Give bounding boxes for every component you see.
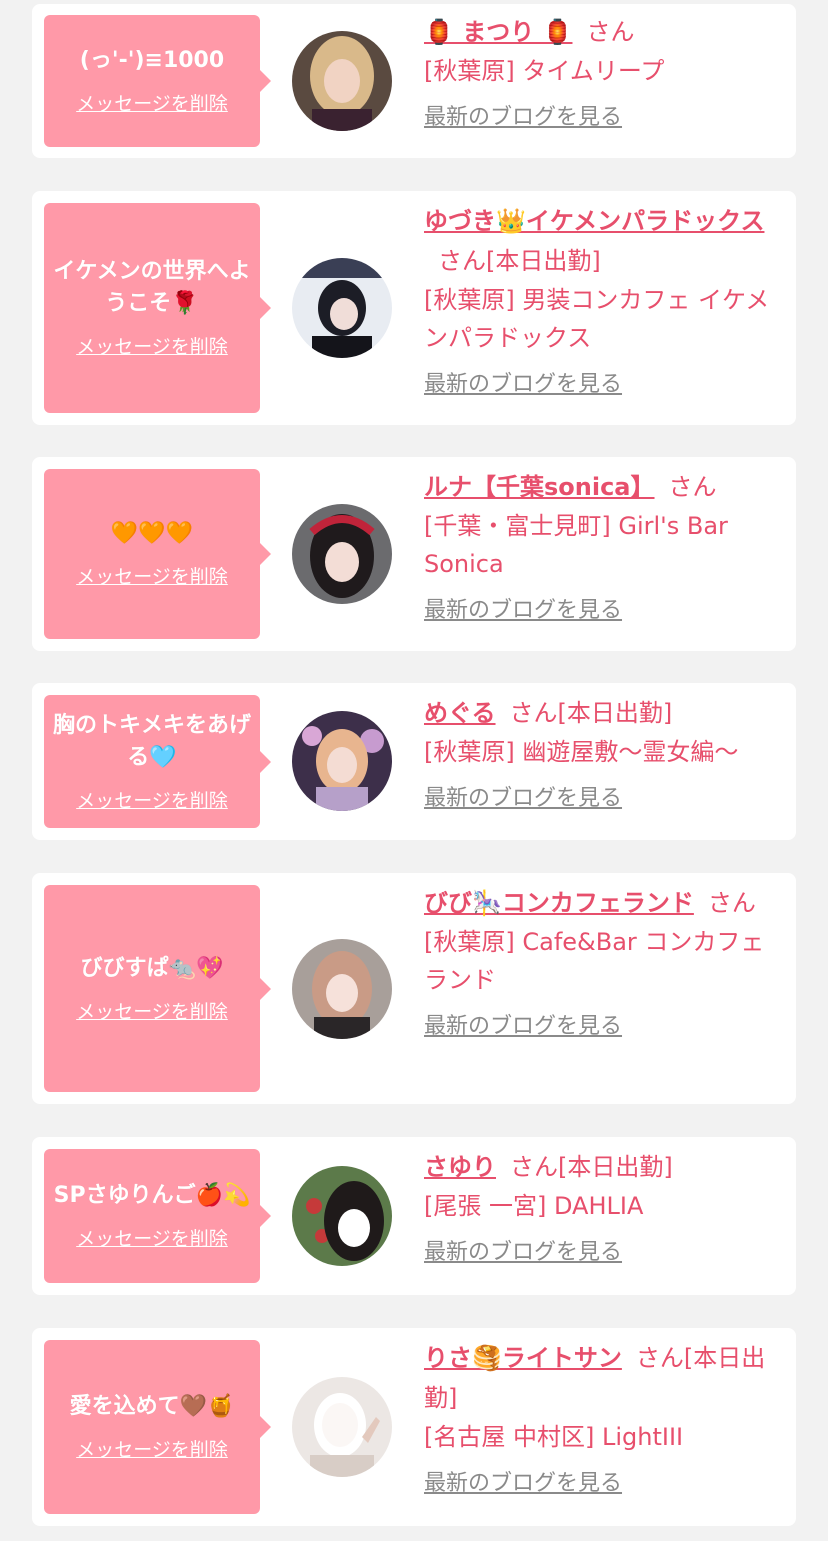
status-badge: [本日出勤] (557, 699, 673, 727)
avatar-image (292, 504, 392, 604)
message-bubble: (っ'-')≡1000 メッセージを削除 (44, 15, 271, 147)
cast-name-link[interactable]: 🏮 まつり 🏮 (424, 18, 572, 46)
cast-info: さゆり さん[本日出勤] [尾張 一宮] DAHLIA 最新のブログを見る (424, 1147, 774, 1271)
latest-blog-link[interactable]: 最新のブログを見る (424, 104, 622, 132)
cast-info: ゆづき👑イケメンパラドックスさん[本日出勤] [秋葉原] 男装コンカフェ イケメ… (424, 201, 774, 403)
avatar[interactable] (292, 31, 392, 131)
message-bubble: 胸のトキメキをあげる🩵 メッセージを削除 (44, 695, 271, 828)
message-text: 愛を込めて🤎🍯 (69, 1394, 235, 1419)
delete-message-link[interactable]: メッセージを削除 (76, 91, 228, 117)
message-text: (っ'-')≡1000 (79, 48, 225, 73)
delete-message-link[interactable]: メッセージを削除 (76, 788, 228, 814)
status-badge: [本日出勤] (486, 247, 601, 275)
message-text: SPさゆりんご🍎💫 (53, 1183, 251, 1208)
avatar[interactable] (292, 258, 392, 358)
delete-message-link[interactable]: メッセージを削除 (76, 1437, 228, 1463)
delete-message-link[interactable]: メッセージを削除 (76, 564, 228, 590)
honorific: さん (510, 1153, 558, 1181)
cast-info: めぐる さん[本日出勤] [秋葉原] 幽遊屋敷〜霊女編〜 最新のブログを見る (424, 693, 774, 817)
avatar-image (292, 258, 392, 358)
message-bubble: びびすぱ🐀💖 メッセージを削除 (44, 885, 271, 1092)
cast-info: ルナ【千葉sonica】 さん [千葉・富士見町] Girl's Bar Soni… (424, 467, 774, 629)
shop-info: [秋葉原] タイムリープ (424, 57, 665, 85)
delete-message-link[interactable]: メッセージを削除 (76, 999, 228, 1025)
message-card: 愛を込めて🤎🍯 メッセージを削除 りさ🥞ライトサン さん[本日出勤] [名古屋 中… (32, 1328, 796, 1526)
shop-info: [尾張 一宮] DAHLIA (424, 1192, 644, 1220)
delete-message-link[interactable]: メッセージを削除 (76, 1226, 228, 1252)
message-card: SPさゆりんご🍎💫 メッセージを削除 さゆり さん[本日出勤] [尾張 一宮] D… (32, 1137, 796, 1295)
message-card: イケメンの世界へようこそ🌹 メッセージを削除 ゆづき👑イケメンパラドックスさん[… (32, 191, 796, 425)
avatar-image (292, 31, 392, 131)
cast-name-link[interactable]: さゆり (424, 1153, 496, 1181)
message-text: イケメンの世界へようこそ🌹 (53, 259, 251, 316)
cast-name-link[interactable]: りさ🥞ライトサン (424, 1344, 622, 1372)
honorific: さん (586, 18, 635, 46)
message-text: 🧡🧡🧡 (110, 521, 194, 546)
avatar[interactable] (292, 939, 392, 1039)
honorific: さん (509, 699, 558, 727)
shop-info: [秋葉原] Cafe&Bar コンカフェランド (424, 928, 765, 994)
shop-info: [名古屋 中村区] LightIII (424, 1423, 684, 1451)
shop-info: [秋葉原] 男装コンカフェ イケメンパラドックス (424, 286, 770, 352)
message-bubble: イケメンの世界へようこそ🌹 メッセージを削除 (44, 203, 271, 413)
latest-blog-link[interactable]: 最新のブログを見る (424, 371, 622, 399)
honorific: さん (707, 889, 756, 917)
honorific: さん (635, 1344, 684, 1372)
cast-info: 🏮 まつり 🏮 さん [秋葉原] タイムリープ 最新のブログを見る (424, 12, 774, 136)
avatar-image (292, 711, 392, 811)
cast-info: りさ🥞ライトサン さん[本日出勤] [名古屋 中村区] LightIII 最新のブ… (424, 1338, 774, 1502)
avatar[interactable] (292, 1377, 392, 1477)
avatar[interactable] (292, 711, 392, 811)
message-card: びびすぱ🐀💖 メッセージを削除 びび🎠コンカフェランド さん [秋葉原] Cafe… (32, 873, 796, 1104)
honorific: さん (438, 247, 486, 275)
message-text: 胸のトキメキをあげる🩵 (52, 712, 251, 770)
latest-blog-link[interactable]: 最新のブログを見る (424, 597, 622, 625)
honorific: さん (668, 473, 717, 501)
latest-blog-link[interactable]: 最新のブログを見る (424, 1470, 622, 1498)
avatar-image (292, 1377, 392, 1477)
shop-info: [秋葉原] 幽遊屋敷〜霊女編〜 (424, 738, 739, 766)
cast-info: びび🎠コンカフェランド さん [秋葉原] Cafe&Bar コンカフェランド 最新… (424, 883, 774, 1045)
cast-name-link[interactable]: めぐる (424, 699, 496, 727)
latest-blog-link[interactable]: 最新のブログを見る (424, 785, 622, 813)
delete-message-link[interactable]: メッセージを削除 (76, 334, 228, 360)
avatar[interactable] (292, 504, 392, 604)
avatar-image (292, 1166, 392, 1266)
message-text: びびすぱ🐀💖 (80, 955, 224, 981)
avatar[interactable] (292, 1166, 392, 1266)
message-bubble: 愛を込めて🤎🍯 メッセージを削除 (44, 1340, 271, 1514)
message-card: 🧡🧡🧡 メッセージを削除 ルナ【千葉sonica】 さん [千葉・富士見町] Gi… (32, 457, 796, 651)
cast-name-link[interactable]: ルナ【千葉sonica】 (424, 473, 655, 501)
latest-blog-link[interactable]: 最新のブログを見る (424, 1013, 622, 1041)
status-badge: [本日出勤] (558, 1153, 673, 1181)
message-bubble: SPさゆりんご🍎💫 メッセージを削除 (44, 1149, 271, 1283)
message-card: 胸のトキメキをあげる🩵 メッセージを削除 めぐる さん[本日出勤] [秋葉原] 幽… (32, 683, 796, 840)
avatar-image (292, 939, 392, 1039)
cast-name-link[interactable]: ゆづき👑イケメンパラドックス (424, 207, 764, 235)
shop-info: [千葉・富士見町] Girl's Bar Sonica (424, 512, 728, 578)
message-card: (っ'-')≡1000 メッセージを削除 🏮 まつり 🏮 さん [秋葉原] タイム… (32, 4, 796, 158)
latest-blog-link[interactable]: 最新のブログを見る (424, 1239, 622, 1267)
message-bubble: 🧡🧡🧡 メッセージを削除 (44, 469, 271, 639)
cast-name-link[interactable]: びび🎠コンカフェランド (424, 889, 694, 917)
